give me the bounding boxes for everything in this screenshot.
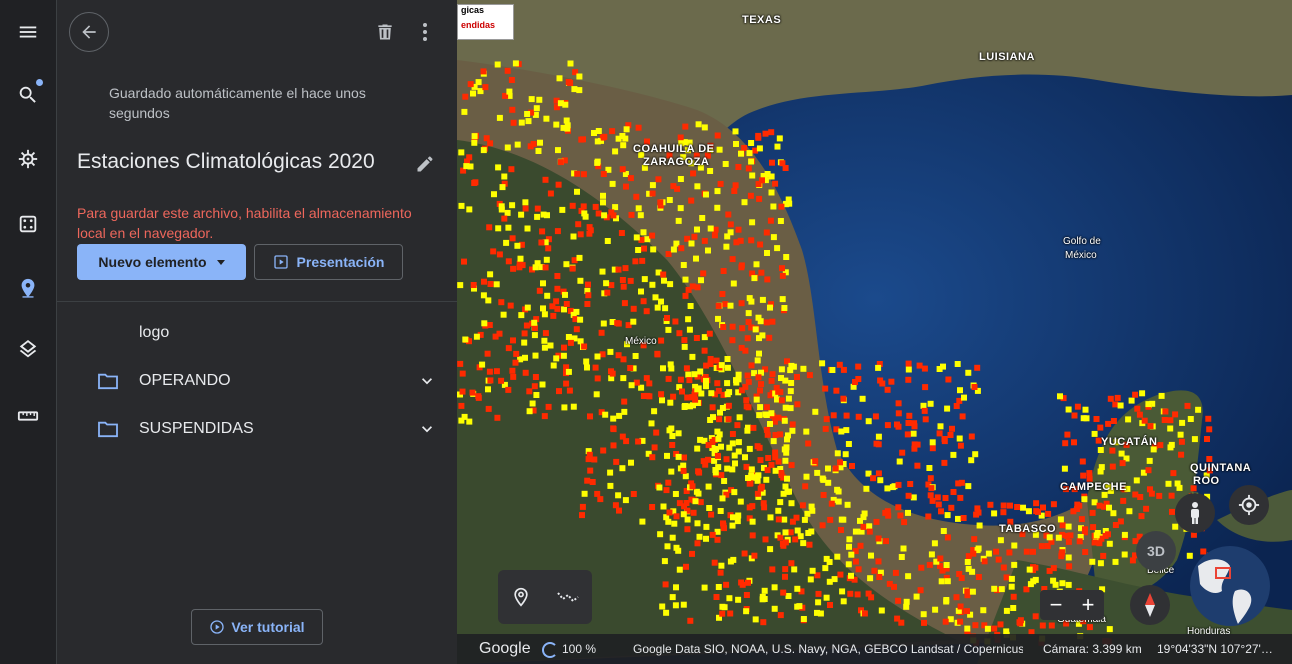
- loading-spinner-icon: [542, 642, 558, 658]
- list-item-operando[interactable]: OPERANDO: [57, 359, 457, 403]
- menu-icon: [19, 26, 37, 38]
- navigation-rail: [0, 0, 57, 664]
- label-campeche: CAMPECHE: [1060, 481, 1127, 493]
- autosave-status: Guardado automáticamente el hace unos se…: [109, 85, 366, 121]
- search-button[interactable]: [8, 75, 48, 115]
- notification-dot: [36, 79, 43, 86]
- label-mexico-city: México: [625, 336, 657, 347]
- list-item-suspendidas[interactable]: SUSPENDIDAS: [57, 407, 457, 451]
- caret-down-icon: [216, 259, 225, 265]
- map-pin-icon: [21, 278, 35, 298]
- compass-button[interactable]: [1130, 585, 1170, 625]
- label-texas: TEXAS: [742, 14, 782, 26]
- dice-icon: [19, 215, 37, 233]
- arrow-back-icon: [82, 25, 96, 39]
- compass-icon: [1145, 593, 1155, 617]
- more-vert-icon: [423, 23, 427, 41]
- ruler-icon: [17, 411, 39, 421]
- ship-wheel-icon: [18, 149, 38, 169]
- label-coahuila: COAHUILA DE: [633, 143, 715, 155]
- project-title: Estaciones Climatológicas 2020: [77, 150, 375, 173]
- load-percentage: 100 %: [562, 642, 597, 656]
- tutorial-button[interactable]: Ver tutorial: [191, 609, 323, 645]
- drawing-toolbar: [498, 570, 592, 624]
- toggle-3d-button[interactable]: 3D: [1136, 531, 1176, 571]
- label-golfo-mexico: México: [1065, 250, 1097, 261]
- draw-path-icon[interactable]: [556, 587, 580, 607]
- camera-altitude: Cámara: 3.399 km: [1043, 642, 1142, 656]
- menu-button[interactable]: [8, 12, 48, 52]
- zoom-out-button[interactable]: −: [1050, 592, 1063, 618]
- tutorial-label: Ver tutorial: [231, 619, 305, 635]
- label-luisiana: LUISIANA: [979, 51, 1035, 63]
- new-item-label: Nuevo elemento: [98, 254, 207, 270]
- more-options-button[interactable]: [413, 18, 437, 46]
- projects-button[interactable]: [8, 268, 48, 308]
- list-item-label: SUSPENDIDAS: [139, 420, 254, 437]
- search-icon: [19, 86, 36, 103]
- folder-icon: [98, 373, 118, 390]
- feeling-lucky-button[interactable]: [8, 204, 48, 244]
- my-location-button[interactable]: [1229, 485, 1269, 525]
- label-zaragoza: ZARAGOZA: [643, 156, 710, 168]
- pencil-icon: [417, 156, 433, 172]
- logo-overlay: gicas endidas: [457, 4, 514, 40]
- list-item-logo[interactable]: logo: [57, 311, 457, 355]
- layers-button[interactable]: [8, 331, 48, 371]
- zoom-in-button[interactable]: +: [1082, 592, 1095, 618]
- street-view-button[interactable]: [1175, 493, 1215, 533]
- slideshow-icon: [273, 255, 288, 269]
- divider: [57, 301, 457, 302]
- pegman-icon: [1191, 502, 1199, 524]
- label-tabasco: TABASCO: [999, 523, 1057, 535]
- voyager-button[interactable]: [8, 139, 48, 179]
- label-yucatan: YUCATÁN: [1101, 436, 1158, 448]
- map-view[interactable]: gicas endidas TEXAS LUISIANA COAHUILA DE…: [457, 0, 1292, 664]
- add-placemark-icon[interactable]: [511, 587, 531, 607]
- logo-text-line1: gicas: [461, 5, 485, 15]
- label-roo: ROO: [1193, 475, 1220, 487]
- storage-warning: Para guardar este archivo, habilita el a…: [77, 205, 412, 241]
- list-item-label: logo: [139, 324, 170, 341]
- new-item-button[interactable]: Nuevo elemento: [77, 244, 246, 280]
- cursor-coordinates: 19°04'33"N 107°27'…: [1157, 642, 1273, 656]
- play-circle-icon: [210, 620, 225, 634]
- globe-minimap[interactable]: [1190, 546, 1270, 626]
- zoom-control: − +: [1040, 590, 1104, 620]
- label-golfo: Golfo de: [1063, 236, 1101, 247]
- back-button[interactable]: [69, 12, 109, 52]
- data-attribution[interactable]: Google Data SIO, NOAA, U.S. Navy, NGA, G…: [633, 642, 1023, 656]
- logo-text-line2: endidas: [461, 20, 496, 30]
- presentation-button[interactable]: Presentación: [254, 244, 403, 280]
- list-item-label: OPERANDO: [139, 372, 231, 389]
- presentation-label: Presentación: [296, 254, 385, 270]
- status-bar: Google 100 % Google Data SIO, NOAA, U.S.…: [457, 634, 1292, 664]
- globe-icon: [1198, 559, 1252, 624]
- label-quintana: QUINTANA: [1190, 462, 1252, 474]
- chevron-down-icon[interactable]: [417, 419, 437, 439]
- folder-icon: [98, 421, 118, 438]
- project-panel: Guardado automáticamente el hace unos se…: [57, 0, 457, 664]
- trash-icon: [378, 24, 392, 40]
- layers-icon: [19, 340, 37, 358]
- crosshair-icon: [1238, 494, 1260, 516]
- chevron-down-icon[interactable]: [417, 371, 437, 391]
- measure-button[interactable]: [8, 396, 48, 436]
- google-logo: Google: [479, 640, 531, 657]
- edit-title-button[interactable]: [413, 152, 437, 176]
- delete-button[interactable]: [372, 18, 398, 46]
